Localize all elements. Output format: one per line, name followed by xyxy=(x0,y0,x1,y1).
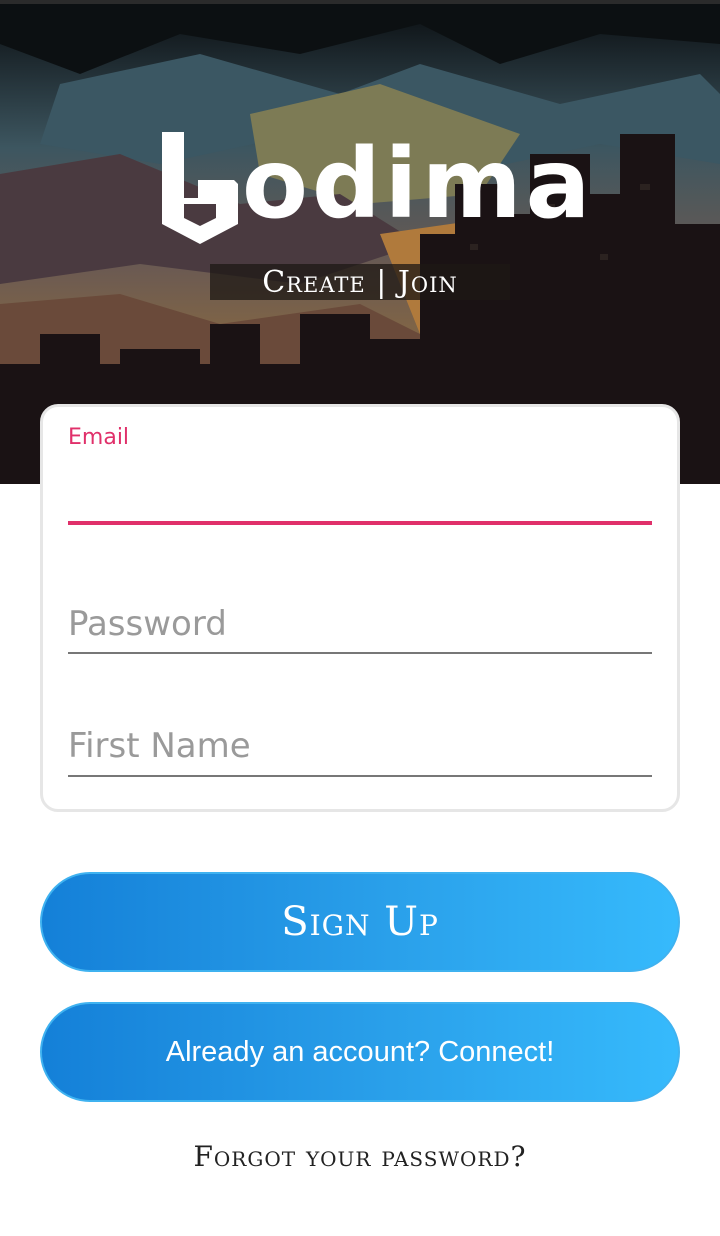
first-name-field-group xyxy=(68,713,652,779)
sign-up-label: Sign Up xyxy=(281,899,439,945)
email-field-group: Email xyxy=(68,425,652,527)
password-field-group xyxy=(68,591,652,657)
tagline-box: Create | Join xyxy=(210,264,510,300)
password-underline xyxy=(68,652,652,654)
bodima-logo: odima xyxy=(158,128,590,248)
email-underline-focused xyxy=(68,521,652,525)
logo-wordmark: odima xyxy=(242,128,595,240)
logo-b-icon xyxy=(162,132,238,244)
first-name-underline xyxy=(68,775,652,777)
connect-label: Already an account? Connect! xyxy=(165,1035,555,1068)
password-input[interactable] xyxy=(68,599,652,649)
connect-button[interactable]: Already an account? Connect! xyxy=(40,1002,680,1102)
sign-up-button[interactable]: Sign Up xyxy=(40,872,680,972)
email-label: Email xyxy=(68,425,130,450)
first-name-input[interactable] xyxy=(68,721,652,771)
signup-form-card: Email xyxy=(40,404,680,812)
email-input[interactable] xyxy=(68,465,652,515)
forgot-password-link[interactable]: Forgot your password? xyxy=(0,1140,720,1173)
tagline-text: Create | Join xyxy=(262,264,458,300)
